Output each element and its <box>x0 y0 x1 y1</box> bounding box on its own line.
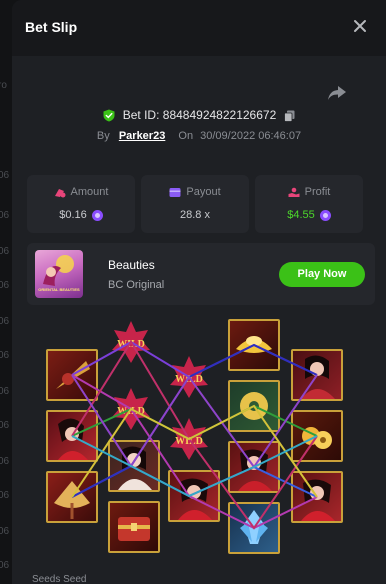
game-name: Beauties <box>108 258 155 272</box>
hand-coin-icon <box>288 187 300 197</box>
play-now-button[interactable]: Play Now <box>279 262 365 287</box>
win-line <box>71 374 318 530</box>
game-thumb-text: ORIENTAL BEAUTIES <box>38 287 80 292</box>
profit-value-row: $4.55 <box>255 209 363 221</box>
profit-label-row: Profit <box>255 186 363 198</box>
background-list: ro 06 06 06 06 06 06 06 06 06 06 06 06 <box>0 60 12 584</box>
win-line <box>71 340 318 530</box>
bet-id-label: Bet ID: <box>122 108 160 122</box>
amount-label-row: Amount <box>27 186 135 198</box>
win-line <box>71 404 318 441</box>
background-row-text: 06 <box>0 170 10 181</box>
background-row-text: 06 <box>0 316 10 327</box>
payout-value-row: 28.8 x <box>141 209 249 221</box>
background-row-text: 06 <box>0 560 10 571</box>
win-line <box>71 340 318 379</box>
payout-label: Payout <box>186 186 221 198</box>
background-row-text: 06 <box>0 210 10 221</box>
username-link[interactable]: Parker23 <box>119 130 166 142</box>
bet-date: 30/09/2022 06:46:07 <box>200 130 302 142</box>
close-icon[interactable] <box>352 18 368 34</box>
payout-value: 28.8 x <box>180 209 210 221</box>
payout-card: Payout 28.8 x <box>141 175 249 233</box>
by-label: By <box>96 130 110 142</box>
modal-title: Bet Slip <box>25 19 78 35</box>
seeds-footer: Seeds Seed <box>32 574 87 584</box>
shield-check-icon <box>103 109 115 122</box>
background-row-text: 06 <box>0 246 10 257</box>
profit-label: Profit <box>304 186 331 198</box>
game-card: ORIENTAL BEAUTIES Beauties BC Original P… <box>27 243 375 305</box>
bet-meta-row: By Parker23 On 30/09/2022 06:46:07 <box>12 130 386 142</box>
bet-slip-modal: Bet Slip Bet ID: 88484924822126672 By Pa… <box>12 0 386 584</box>
win-line <box>71 464 318 498</box>
modal-header: Bet Slip <box>12 0 386 56</box>
background-row-text: 06 <box>0 490 10 501</box>
copy-icon[interactable] <box>283 110 295 122</box>
bc-coin-icon <box>319 209 331 221</box>
amount-value: $0.16 <box>59 209 87 221</box>
background-row-text: 06 <box>0 456 10 467</box>
profit-card: Profit $4.55 <box>255 175 363 233</box>
background-row-text: 06 <box>0 280 10 291</box>
profit-value: $4.55 <box>287 209 315 221</box>
payout-label-row: Payout <box>141 186 249 198</box>
on-label: On <box>178 130 194 142</box>
bet-id-row: Bet ID: 88484924822126672 <box>12 108 386 122</box>
background-row-text: 06 <box>0 420 10 431</box>
game-thumbnail[interactable]: ORIENTAL BEAUTIES <box>35 250 83 298</box>
win-line <box>71 343 318 498</box>
amount-card: Amount $0.16 <box>27 175 135 233</box>
game-provider: BC Original <box>108 279 165 291</box>
background-row-text: 06 <box>0 526 10 537</box>
coins-icon <box>54 188 66 198</box>
background-row-text: 06 <box>0 350 10 361</box>
background-row-text: 06 <box>0 386 10 397</box>
win-lines-overlay <box>71 340 318 530</box>
bet-id-value: 88484924822126672 <box>162 108 277 122</box>
share-icon[interactable] <box>327 84 347 102</box>
amount-value-row: $0.16 <box>27 209 135 221</box>
amount-label: Amount <box>70 186 109 198</box>
bc-coin-icon <box>91 209 103 221</box>
background-row-text: ro <box>0 80 7 91</box>
wallet-icon <box>169 187 181 197</box>
slot-result-grid: WILD WILD WILD WILD <box>12 312 386 562</box>
